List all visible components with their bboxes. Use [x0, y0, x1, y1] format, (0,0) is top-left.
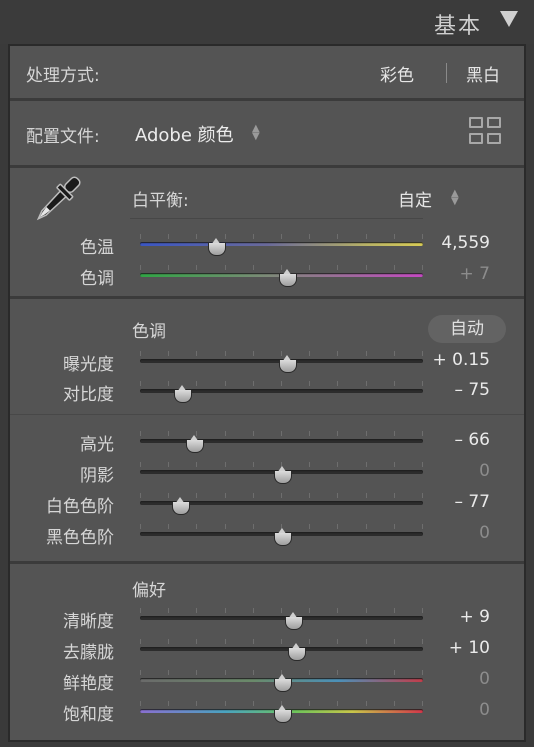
- slider-ticks: [140, 606, 423, 614]
- slider-5[interactable]: [140, 491, 423, 515]
- slider-value[interactable]: 0: [479, 461, 490, 481]
- slider-thumb[interactable]: [208, 238, 227, 256]
- slider-value[interactable]: + 10: [449, 638, 490, 658]
- slider-label: 去朦胧: [63, 643, 114, 663]
- slider-value[interactable]: 0: [479, 700, 490, 720]
- treatment-color-option[interactable]: 彩色: [380, 61, 414, 86]
- slider-4[interactable]: [140, 699, 423, 723]
- slider-value[interactable]: + 7: [460, 264, 490, 284]
- slider-thumb[interactable]: [185, 435, 204, 453]
- slider-value[interactable]: – 66: [454, 430, 490, 450]
- slider-thumb[interactable]: [279, 355, 298, 373]
- grid-view-icon[interactable]: [469, 117, 503, 147]
- treatment-separator: [446, 63, 447, 83]
- slider-thumb[interactable]: [284, 612, 303, 630]
- slider-1[interactable]: [140, 349, 423, 373]
- updown-arrows-icon[interactable]: ▲ ▼: [252, 124, 260, 142]
- treatment-bw-option[interactable]: 黑白: [466, 61, 500, 86]
- slider-thumb[interactable]: [273, 674, 292, 692]
- slider-thumb[interactable]: [174, 385, 193, 403]
- slider-value[interactable]: + 0.15: [433, 350, 491, 370]
- slider-label: 阴影: [80, 466, 114, 486]
- slider-label: 对比度: [63, 385, 114, 405]
- collapse-triangle-icon[interactable]: [500, 11, 518, 27]
- presence-label: 偏好: [132, 581, 166, 601]
- profile-label: 配置文件:: [26, 127, 100, 147]
- slider-label: 黑色色阶: [46, 528, 114, 548]
- slider-value[interactable]: + 9: [460, 607, 490, 627]
- slider-thumb[interactable]: [273, 466, 292, 484]
- slider-4[interactable]: [140, 460, 423, 484]
- slider-6[interactable]: [140, 522, 423, 546]
- slider-track[interactable]: [140, 616, 423, 620]
- white-balance-label: 白平衡:: [132, 191, 189, 211]
- slider-label: 清晰度: [63, 612, 114, 632]
- slider-label: 白色色阶: [46, 497, 114, 517]
- slider-2[interactable]: [140, 637, 423, 661]
- slider-3[interactable]: [140, 668, 423, 692]
- slider-value[interactable]: 4,559: [441, 233, 490, 253]
- slider-label: 色调: [80, 269, 114, 289]
- slider-label: 鲜艳度: [63, 674, 114, 694]
- slider-label: 高光: [80, 435, 114, 455]
- slider-1[interactable]: [140, 232, 423, 256]
- treatment-label: 处理方式:: [26, 66, 100, 86]
- slider-value[interactable]: – 77: [454, 492, 490, 512]
- slider-value[interactable]: 0: [479, 523, 490, 543]
- updown-arrows-icon[interactable]: ▲ ▼: [451, 189, 459, 207]
- profile-row: 配置文件: Adobe 颜色 ▲ ▼: [10, 101, 524, 165]
- treatment-row: 处理方式: 彩色 黑白: [10, 46, 524, 98]
- slider-label: 曝光度: [63, 355, 114, 375]
- slider-ticks: [140, 637, 423, 645]
- slider-thumb[interactable]: [171, 497, 190, 515]
- slider-track[interactable]: [140, 439, 423, 443]
- slider-2[interactable]: [140, 379, 423, 403]
- white-balance-underline: [130, 218, 423, 219]
- slider-thumb[interactable]: [287, 643, 306, 661]
- slider-thumb[interactable]: [279, 269, 298, 287]
- white-balance-section: 白平衡: 自定 ▲ ▼ 色温 4,559 色调 + 7: [10, 168, 524, 296]
- slider-2[interactable]: [140, 263, 423, 287]
- slider-value[interactable]: 0: [479, 669, 490, 689]
- slider-thumb[interactable]: [273, 528, 292, 546]
- white-balance-select[interactable]: 自定: [398, 186, 432, 211]
- slider-thumb[interactable]: [273, 705, 292, 723]
- slider-label: 色温: [80, 238, 114, 258]
- slider-ticks: [140, 232, 423, 240]
- slider-ticks: [140, 429, 423, 437]
- tone-auto-button[interactable]: 自动: [428, 315, 506, 343]
- slider-1[interactable]: [140, 606, 423, 630]
- presence-section: 偏好 清晰度 + 9 去朦胧 + 10 鲜艳度 0 饱和度 0: [10, 564, 524, 740]
- slider-track[interactable]: [140, 242, 423, 246]
- profile-select[interactable]: Adobe 颜色: [135, 121, 234, 147]
- tone-subdivider: [10, 414, 524, 415]
- slider-track[interactable]: [140, 647, 423, 651]
- slider-label: 饱和度: [63, 705, 114, 725]
- panel-title: 基本: [433, 14, 482, 39]
- slider-3[interactable]: [140, 429, 423, 453]
- panel-header[interactable]: 基本: [0, 0, 534, 44]
- tone-label: 色调: [132, 322, 166, 342]
- tone-section: 色调 自动 曝光度 + 0.15 对比度 – 75 高光 – 66 阴影 0 白色色阶 – 77 黑…: [10, 299, 524, 561]
- slider-value[interactable]: – 75: [454, 380, 490, 400]
- eyedropper-icon[interactable]: [26, 172, 86, 230]
